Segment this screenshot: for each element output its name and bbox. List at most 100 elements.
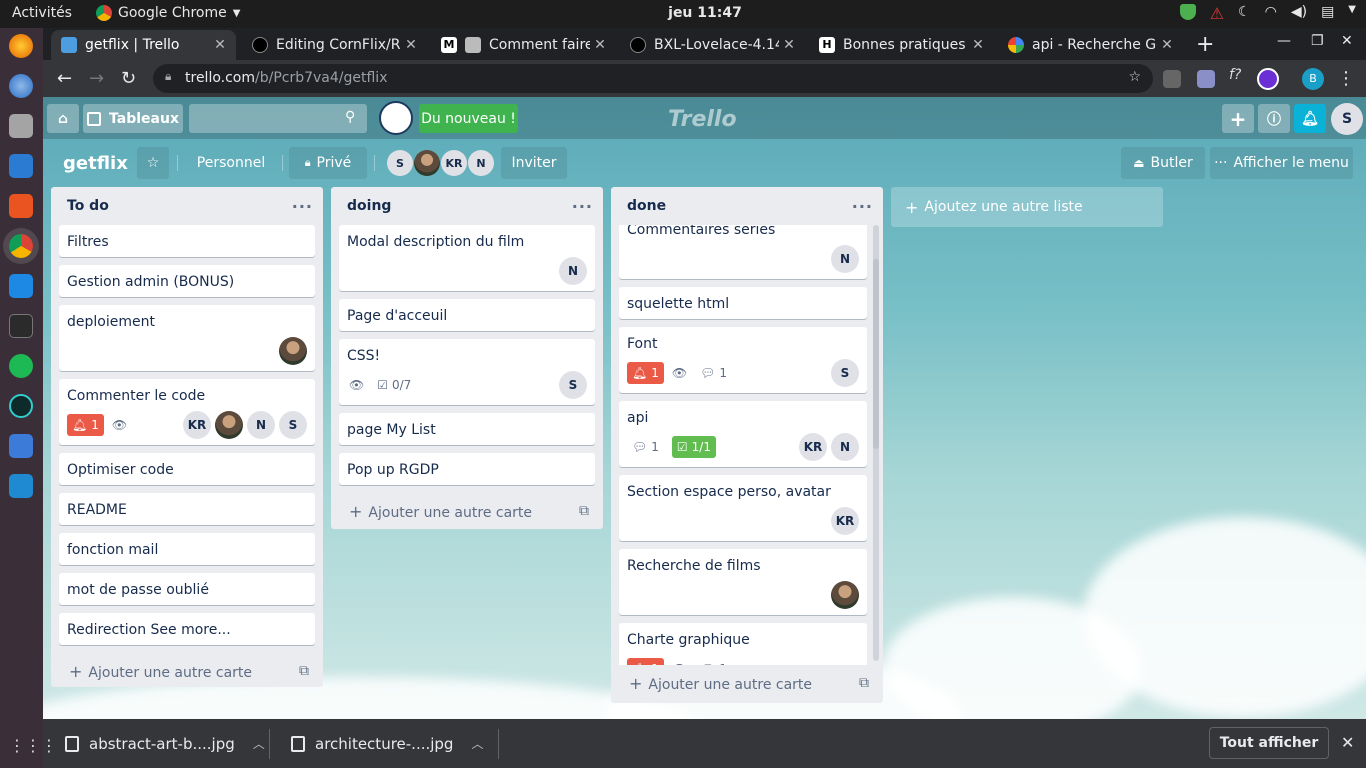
add-card-button[interactable]: + Ajouter une autre carte ⧉ [331,493,603,529]
list-title[interactable]: done [627,198,666,214]
chevron-up-icon[interactable]: ︿ [471,735,483,752]
member-avatar-photo[interactable] [215,411,243,439]
member-avatar[interactable]: N [559,257,587,285]
close-icon[interactable]: ✕ [968,37,988,53]
card[interactable]: mot de passe oublié [59,573,315,605]
member-avatar[interactable]: N [831,245,859,273]
download-item[interactable]: abstract-art-b....jpg ︿ [65,719,265,768]
bookmark-star-icon[interactable]: ☆ [1128,69,1141,85]
minimize-button[interactable]: — [1277,33,1291,49]
terminal-icon[interactable] [9,314,33,338]
list-menu-icon[interactable]: ··· [852,197,873,216]
clock[interactable]: jeu 11:47 [0,5,1366,21]
trello-logo[interactable]: Trello [668,107,737,132]
close-icon[interactable]: ✕ [210,37,230,53]
tab-getflix-trello[interactable]: getflix | Trello ✕ [51,30,236,60]
tab-github-editing[interactable]: Editing CornFlix/R ✕ [242,30,427,60]
profile-avatar[interactable]: B [1302,68,1324,90]
chrome-menu-icon[interactable]: ⋮ [1337,68,1355,89]
list-header[interactable]: To do ··· [51,187,323,225]
files-icon[interactable] [9,114,33,138]
vscode-icon[interactable] [9,474,33,498]
card[interactable]: Recherche de films [619,549,867,615]
forward-button[interactable]: → [89,68,104,89]
card[interactable]: deploiement [59,305,315,371]
list-header[interactable]: done ··· [611,187,883,225]
member-avatar[interactable]: S [559,371,587,399]
close-icon[interactable]: ✕ [1341,733,1354,752]
list-menu-icon[interactable]: ··· [572,197,593,216]
address-bar[interactable]: 🔒︎ trello.com/b/Pcrb7va4/getflix ☆ [153,64,1153,93]
puzzle-ext-icon[interactable] [1197,70,1215,88]
member-avatar-photo[interactable] [414,150,440,176]
spotify-icon[interactable] [9,354,33,378]
invite-button[interactable]: Inviter [501,147,567,179]
maximize-button[interactable]: ❐ [1311,33,1324,49]
add-card-button[interactable]: + Ajouter une autre carte ⧉ [51,653,323,689]
card[interactable]: Page d'acceuil [339,299,595,331]
member-avatar[interactable]: KR [799,433,827,461]
member-avatar[interactable]: N [247,411,275,439]
member-avatar[interactable]: S [387,150,413,176]
card[interactable]: CSS! 👁︎ ☑ 0/7 S [339,339,595,405]
close-icon[interactable]: ✕ [779,37,799,53]
member-avatar[interactable]: N [831,433,859,461]
butler-button[interactable]: ⏏ Butler [1121,147,1205,179]
scrollbar-thumb[interactable] [873,259,879,449]
show-menu-button[interactable]: ··· Afficher le menu [1210,147,1353,179]
formula-ext-icon[interactable]: f? [1229,67,1247,85]
list-title[interactable]: doing [347,198,391,214]
card[interactable]: page My List [339,413,595,445]
card[interactable]: Font 🔔︎ 1 👁︎ 💬︎ 1 S [619,327,867,393]
chevron-up-icon[interactable]: ︿ [253,735,265,752]
reload-button[interactable]: ↻ [121,68,136,89]
list-scrollbar[interactable] [873,225,879,661]
star-button[interactable]: ☆ [137,147,169,179]
member-avatar[interactable]: S [831,359,859,387]
close-icon[interactable]: ✕ [590,37,610,53]
card[interactable]: Section espace perso, avatar KR [619,475,867,541]
todo-icon[interactable] [9,434,33,458]
close-icon[interactable]: ✕ [1157,37,1177,53]
tab-bxl-lovelace[interactable]: BXL-Lovelace-4.14 ✕ [620,30,805,60]
card[interactable]: Gestion admin (BONUS) [59,265,315,297]
card[interactable]: Filtres [59,225,315,257]
whats-new-button[interactable]: Du nouveau ! [419,104,518,133]
new-tab-button[interactable]: + [1196,32,1214,57]
list-cards-scroll[interactable]: Commentaires series N squelette html Fon… [611,225,883,665]
card[interactable]: Modal description du film N [339,225,595,291]
card[interactable]: Pop up RGDP [339,453,595,485]
card[interactable]: api 💬︎ 1 ☑ 1/1 KR N [619,401,867,467]
member-avatar-photo[interactable] [279,337,307,365]
close-window-button[interactable]: ✕ [1341,33,1353,49]
user-avatar[interactable]: S [1331,103,1363,135]
show-apps-icon[interactable]: ⋮⋮⋮ [9,736,57,755]
card[interactable]: Charte graphique 🔔︎ 1 👁︎ 💬︎ 1 [619,623,867,665]
board-title[interactable]: getflix [63,153,128,174]
card[interactable]: Redirection See more... [59,613,315,645]
list-header[interactable]: doing ··· [331,187,603,225]
list-title[interactable]: To do [67,198,109,214]
tab-google-search[interactable]: api - Recherche Go ✕ [998,30,1183,60]
info-button[interactable]: ⓘ [1258,104,1290,133]
member-avatar[interactable]: KR [183,411,211,439]
firefox-icon[interactable] [9,34,33,58]
back-button[interactable]: ← [57,68,72,89]
card[interactable]: README [59,493,315,525]
gitkraken-icon[interactable] [9,394,33,418]
card[interactable]: Commentaires series N [619,225,867,279]
list-menu-icon[interactable]: ··· [292,197,313,216]
template-icon[interactable]: ⧉ [299,663,309,679]
home-button[interactable]: ⌂ [47,104,79,133]
boards-button[interactable]: Tableaux [83,104,183,133]
software-center-icon[interactable] [9,194,33,218]
member-avatar-photo[interactable] [831,581,859,609]
card[interactable]: squelette html [619,287,867,319]
member-avatar[interactable]: S [279,411,307,439]
template-icon[interactable]: ⧉ [859,675,869,691]
tab-bonnes-pratiques[interactable]: H Bonnes pratiques ✕ [809,30,994,60]
card[interactable]: Optimiser code [59,453,315,485]
close-icon[interactable]: ✕ [401,37,421,53]
krita-icon[interactable] [9,274,33,298]
tab-comment-faire[interactable]: M Comment faire ✕ [431,30,616,60]
